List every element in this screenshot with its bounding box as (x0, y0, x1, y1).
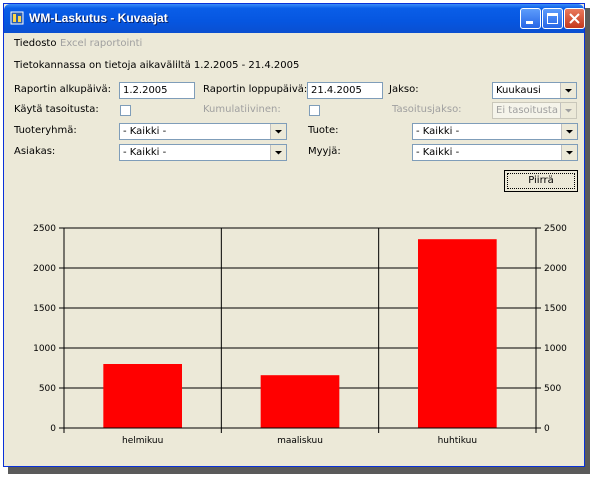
product-group-select[interactable]: - Kaikki - (119, 123, 287, 140)
y-tick-label-left: 1500 (33, 304, 56, 314)
cumulative-label: Kumulatiivinen: (203, 104, 281, 115)
minimize-button[interactable] (520, 8, 541, 29)
menu-tiedosto[interactable]: Tiedosto (14, 38, 56, 49)
customer-dropdown-arrow[interactable] (270, 145, 286, 160)
y-tick-label-left: 500 (39, 384, 56, 394)
leveling-period-dropdown-arrow[interactable] (560, 103, 576, 118)
y-tick-label-right: 1000 (544, 344, 567, 354)
seller-value: - Kaikki - (416, 147, 460, 158)
start-date-input[interactable]: 1.2.2005 (119, 82, 195, 99)
menu-bar: Tiedosto Excel raportointi (8, 35, 580, 53)
customer-value: - Kaikki - (123, 147, 167, 158)
cumulative-checkbox[interactable] (309, 105, 320, 116)
maximize-button[interactable] (542, 8, 563, 29)
window-title: WM-Laskutus - Kuvaajat (29, 11, 168, 25)
y-tick-label-right: 0 (544, 424, 550, 434)
seller-dropdown-arrow[interactable] (561, 145, 577, 160)
y-tick-label-right: 1500 (544, 304, 567, 314)
product-label: Tuote: (308, 125, 339, 136)
leveling-period-select[interactable]: Ei tasoitusta (492, 102, 577, 119)
y-tick-label-right: 500 (544, 384, 561, 394)
leveling-period-value: Ei tasoitusta (496, 105, 558, 116)
title-bar[interactable]: WM-Laskutus - Kuvaajat (4, 4, 585, 33)
customer-label: Asiakas: (14, 146, 56, 157)
close-button[interactable] (564, 8, 585, 29)
period-label: Jakso: (389, 84, 419, 95)
leveling-label: Käytä tasoitusta: (14, 104, 99, 115)
end-date-input[interactable]: 21.4.2005 (307, 82, 383, 99)
y-tick-label-left: 1000 (33, 344, 56, 354)
close-icon (569, 13, 580, 24)
chevron-down-icon (565, 109, 572, 113)
y-tick-label-left: 0 (50, 424, 56, 434)
customer-select[interactable]: - Kaikki - (119, 144, 287, 161)
chevron-down-icon (275, 151, 282, 155)
x-tick-label: maaliskuu (277, 436, 323, 446)
minimize-icon (526, 21, 533, 24)
product-group-label: Tuoteryhmä: (14, 125, 77, 136)
period-select[interactable]: Kuukausi (492, 82, 577, 99)
seller-label: Myyjä: (308, 146, 341, 157)
draw-button[interactable]: Piirrä (504, 170, 578, 192)
end-date-label: Raportin loppupäivä: (203, 84, 308, 95)
menu-excel-raportointi[interactable]: Excel raportointi (60, 38, 142, 49)
product-group-dropdown-arrow[interactable] (270, 124, 286, 139)
leveling-period-label: Tasoitusjakso: (392, 104, 462, 115)
start-date-label: Raportin alkupäivä: (14, 84, 112, 95)
y-tick-label-right: 2500 (544, 224, 567, 234)
y-tick-label-left: 2000 (33, 264, 56, 274)
info-text: Tietokannassa on tietoja aikaväliltä 1.2… (14, 60, 300, 71)
bar-chart: 0 0 500 500 1000 1000 1500 1500 2000 2000 2500 2500… (33, 224, 567, 446)
bar (418, 239, 497, 428)
bar (103, 364, 182, 428)
chevron-down-icon (566, 151, 573, 155)
seller-select[interactable]: - Kaikki - (412, 144, 578, 161)
period-select-value: Kuukausi (496, 85, 541, 96)
chevron-down-icon (565, 89, 572, 93)
product-select[interactable]: - Kaikki - (412, 123, 578, 140)
app-window: WM-Laskutus - Kuvaajat Tiedosto Excel ra… (3, 3, 585, 467)
y-tick-label-left: 2500 (33, 224, 56, 234)
draw-button-label: Piirrä (507, 173, 575, 189)
chevron-down-icon (566, 130, 573, 134)
maximize-icon (547, 13, 558, 24)
y-tick-label-right: 2000 (544, 264, 567, 274)
product-dropdown-arrow[interactable] (561, 124, 577, 139)
leveling-checkbox[interactable] (120, 105, 131, 116)
x-tick-label: helmikuu (122, 436, 163, 446)
bar (260, 375, 340, 428)
chevron-down-icon (275, 130, 282, 134)
product-group-value: - Kaikki - (123, 126, 167, 137)
app-icon (10, 11, 24, 25)
product-value: - Kaikki - (416, 126, 460, 137)
x-tick-label: huhtikuu (438, 436, 478, 446)
period-dropdown-arrow[interactable] (560, 83, 576, 98)
